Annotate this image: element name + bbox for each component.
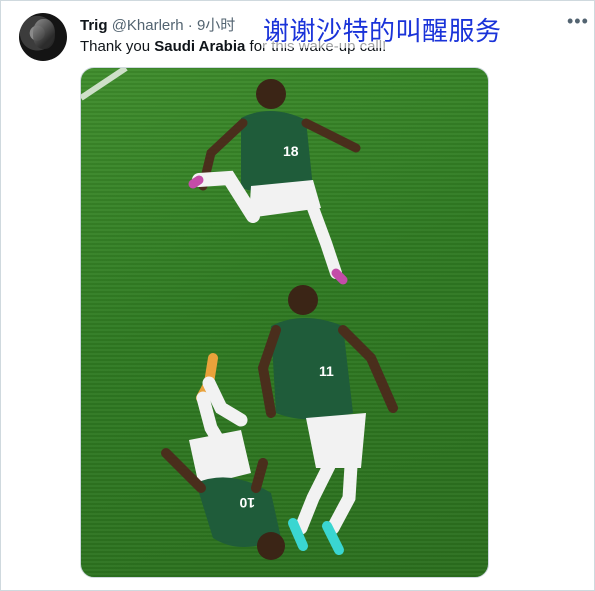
jersey-number-10: 10 [239, 495, 255, 511]
timestamp[interactable]: 9小时 [197, 17, 235, 34]
display-name[interactable]: Trig [80, 17, 108, 34]
avatar[interactable] [19, 13, 67, 61]
pitch-line [81, 68, 128, 101]
overlay-caption: 谢谢沙特的叫醒服务 [263, 11, 502, 48]
jersey-number-18: 18 [283, 143, 299, 159]
tweet-text-bold: Saudi Arabia [154, 38, 246, 55]
separator: · [187, 17, 193, 34]
photo-scene: 18 11 10 [81, 68, 398, 560]
tweet-photo[interactable]: 18 11 10 [80, 67, 489, 578]
more-options-icon[interactable]: ••• [567, 11, 589, 32]
player-18: 18 [188, 79, 361, 285]
jersey-number-11: 11 [319, 363, 334, 379]
handle[interactable]: @Kharlerh [112, 17, 184, 34]
tweet-header: Trig @Kharlerh · 9小时 [80, 14, 235, 35]
tweet-card[interactable]: Trig @Kharlerh · 9小时 Thank you Saudi Ara… [0, 0, 595, 591]
tweet-text-before: Thank you [80, 38, 155, 55]
player-11: 11 [257, 285, 398, 555]
